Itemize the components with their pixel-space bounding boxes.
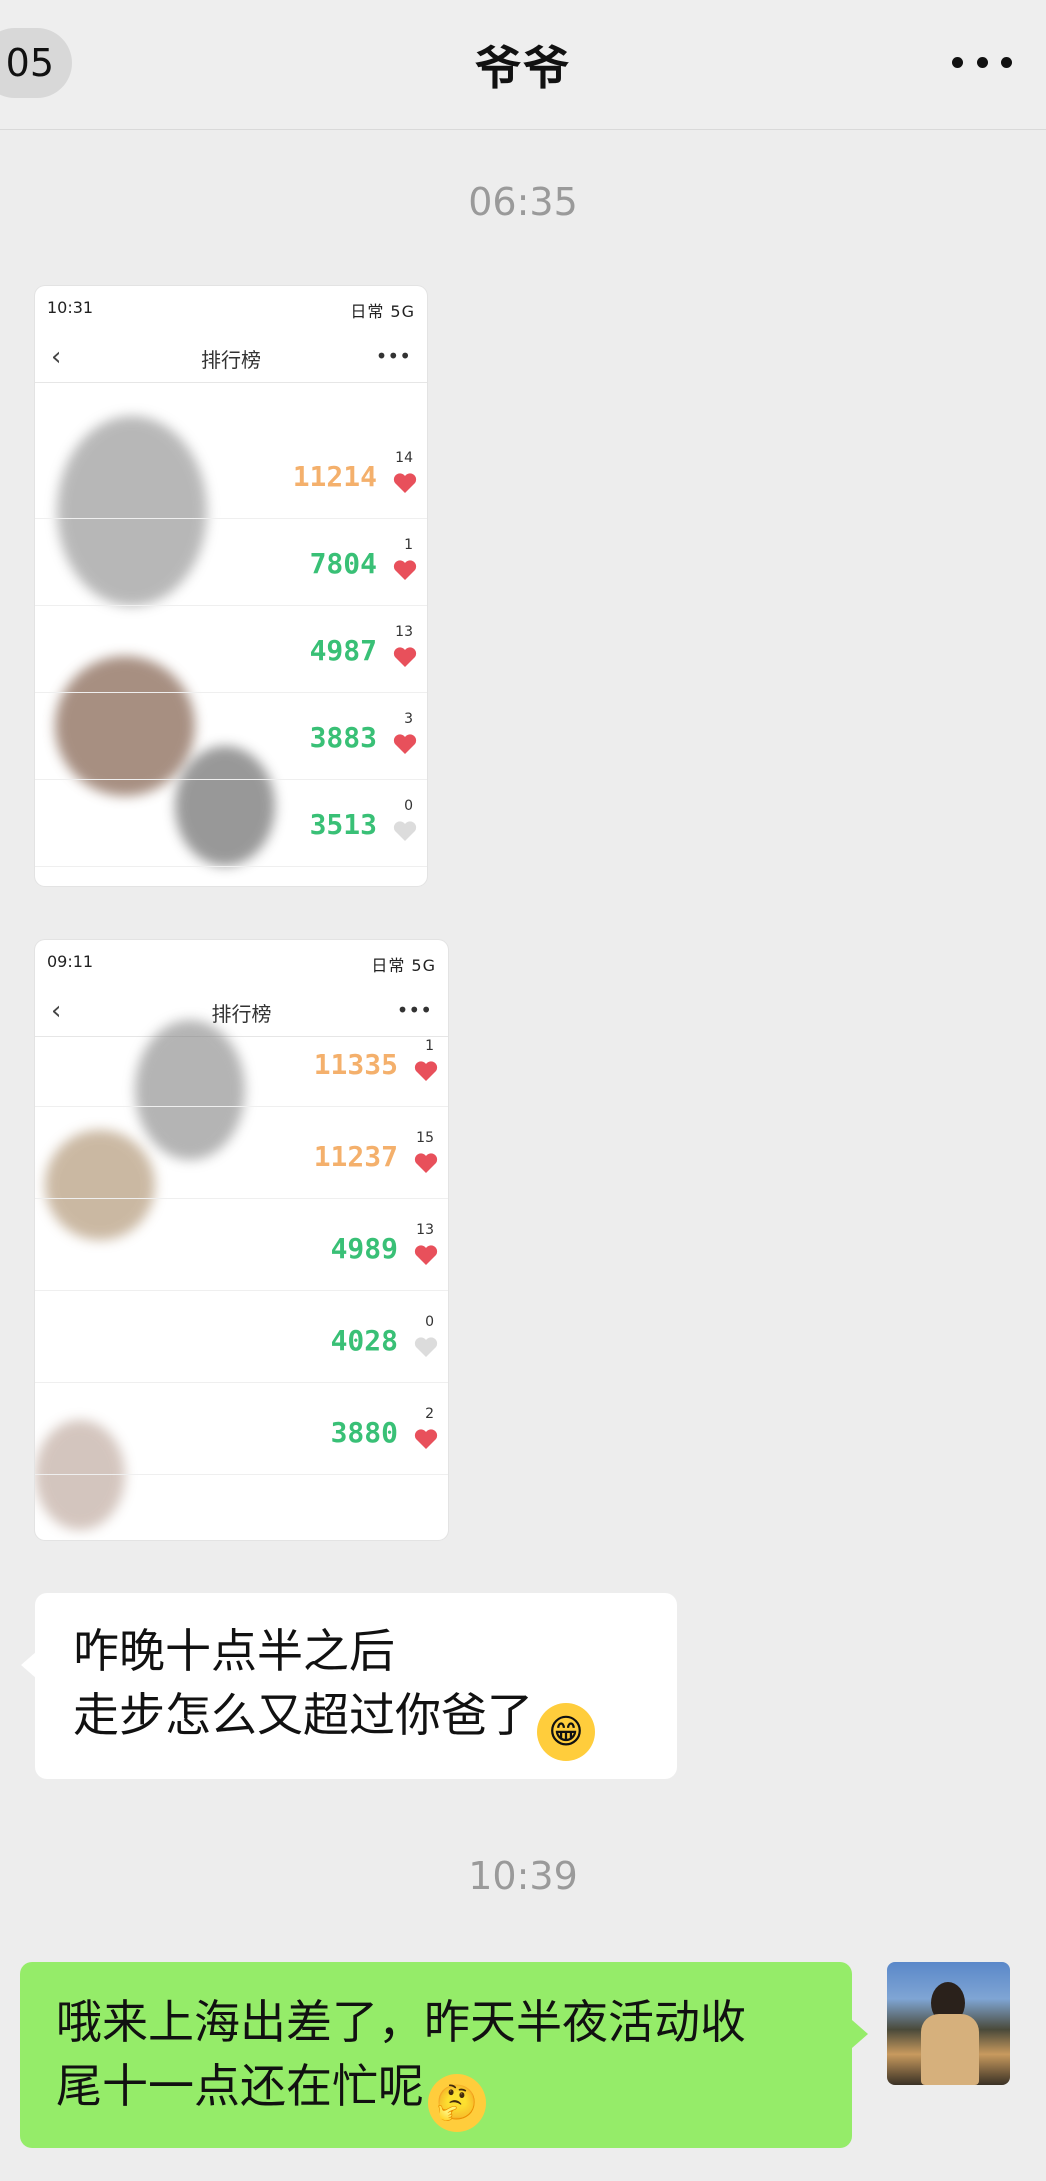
mini-nav-title: 排行榜 xyxy=(201,348,261,372)
step-count: 4989 xyxy=(330,1232,398,1265)
mini-status-time: 10:31 xyxy=(47,298,94,317)
message-text-line: 尾十一点还在忙呢 🤔 xyxy=(56,2054,822,2132)
step-count: 11335 xyxy=(313,1048,398,1081)
like-count: 1 xyxy=(404,537,413,553)
heart-icon xyxy=(393,821,417,841)
message-text-line: 咋晚十点半之后 xyxy=(73,1624,395,1678)
heart-icon xyxy=(414,1153,438,1173)
heart-icon xyxy=(414,1245,438,1265)
message-text-line: 哦来上海出差了，昨天半夜活动收 xyxy=(56,1995,746,2049)
ranking-row: 3880 2 xyxy=(35,1388,448,1475)
like-count: 2 xyxy=(425,1406,434,1422)
timestamp: 10:39 xyxy=(468,1854,578,1898)
grin-emoji-icon: 😁 xyxy=(537,1703,595,1761)
more-icon: ••• xyxy=(375,344,411,368)
ranking-row: 11237 15 xyxy=(35,1112,448,1199)
step-count: 7804 xyxy=(309,547,377,580)
step-count: 3883 xyxy=(309,721,377,754)
like-count: 15 xyxy=(416,1130,434,1146)
heart-icon xyxy=(414,1337,438,1357)
thinking-emoji-icon: 🤔 xyxy=(428,2074,486,2132)
ranking-row: 11214 14 xyxy=(35,432,427,519)
like-count: 0 xyxy=(425,1314,434,1330)
ranking-row: 7804 1 xyxy=(35,519,427,606)
incoming-message-bubble[interactable]: 咋晚十点半之后 走步怎么又超过你爸了 😁 xyxy=(21,1593,677,1779)
heart-icon xyxy=(393,473,417,493)
mini-nav-bar: ‹ 排行榜 ••• xyxy=(35,336,427,383)
like-count: 13 xyxy=(395,624,413,640)
outgoing-message-bubble[interactable]: 哦来上海出差了，昨天半夜活动收 尾十一点还在忙呢 🤔 xyxy=(20,1962,868,2148)
timestamp: 06:35 xyxy=(468,180,578,224)
ranking-row: 4987 13 xyxy=(35,606,427,693)
step-count: 4028 xyxy=(330,1324,398,1357)
like-count: 3 xyxy=(404,711,413,727)
heart-icon xyxy=(393,734,417,754)
step-count: 3880 xyxy=(330,1416,398,1449)
chat-title: 爷爷 xyxy=(475,40,571,95)
like-count: 13 xyxy=(416,1222,434,1238)
heart-icon xyxy=(414,1429,438,1449)
mini-status-time: 09:11 xyxy=(47,952,94,971)
mini-status-right: 日常 5G xyxy=(350,302,415,321)
message-text-line: 走步怎么又超过你爸了 😁 xyxy=(73,1683,641,1761)
ranking-row: 4989 13 xyxy=(35,1204,448,1291)
mini-status-right: 日常 5G xyxy=(371,956,436,975)
like-count: 0 xyxy=(404,798,413,814)
step-count: 3513 xyxy=(309,808,377,841)
more-icon[interactable] xyxy=(952,50,1012,74)
heart-icon xyxy=(393,647,417,667)
ranking-row: 4028 0 xyxy=(35,1296,448,1383)
step-count: 11237 xyxy=(313,1140,398,1173)
ranking-row: 3883 3 xyxy=(35,693,427,780)
like-count: 14 xyxy=(395,450,413,466)
chat-header: 05 爷爷 xyxy=(0,0,1046,130)
avatar[interactable] xyxy=(887,1962,1010,2085)
step-count: 4987 xyxy=(309,634,377,667)
more-icon: ••• xyxy=(396,998,432,1022)
image-message[interactable]: 09:11 日常 5G ‹ 排行榜 ••• 11335 1 11237 15 4989 1… xyxy=(35,940,448,1540)
step-count: 11214 xyxy=(292,460,377,493)
heart-icon xyxy=(414,1061,438,1081)
heart-icon xyxy=(393,560,417,580)
image-message[interactable]: 10:31 日常 5G ‹ 排行榜 ••• 11214 14 7804 1 4987 13… xyxy=(35,286,427,886)
like-count: 1 xyxy=(425,1038,434,1054)
ranking-row: 11335 1 xyxy=(35,1020,448,1107)
ranking-row: 3513 0 xyxy=(35,780,427,867)
